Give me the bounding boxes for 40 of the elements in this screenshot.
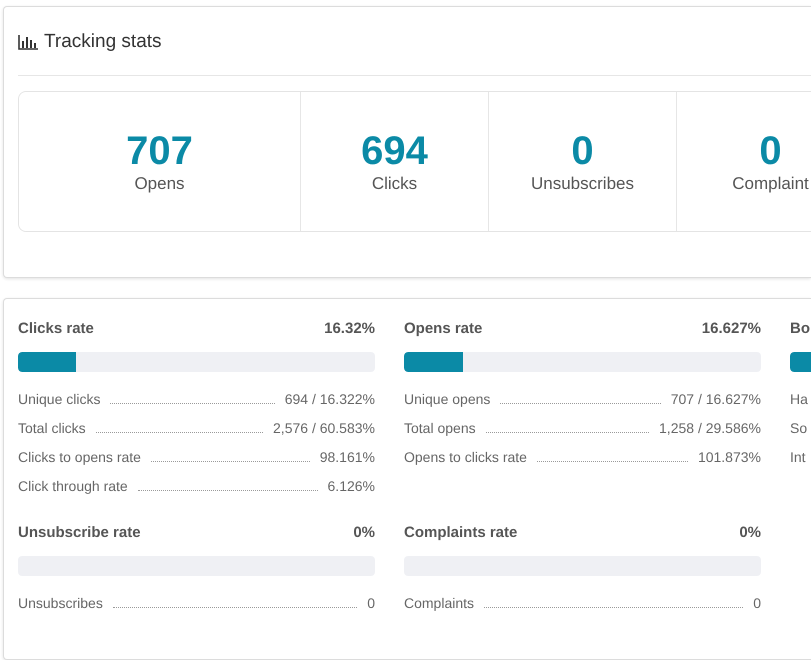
metric-value: 1,258 / 29.586%: [659, 419, 761, 438]
metric-value: 2,576 / 60.583%: [273, 419, 375, 438]
metric-value: 694 / 16.322%: [284, 390, 375, 409]
metric-label: Ha: [790, 390, 808, 409]
metric-label: Total clicks: [18, 419, 86, 438]
total-label: Opens: [134, 172, 185, 194]
total-label: Unsubscribes: [531, 172, 634, 194]
metric-value: 0: [753, 594, 761, 613]
rate-title: Complaints rate: [404, 523, 518, 543]
rate-value: 0%: [739, 523, 761, 543]
bar-chart-icon: [18, 34, 38, 50]
metric-value: 6.126%: [328, 477, 375, 496]
metric-label: So: [790, 419, 808, 438]
metric-value: 101.873%: [698, 448, 761, 467]
metric-label: Int: [790, 448, 806, 467]
total-count: 0: [759, 128, 782, 172]
rate-value: 16.627%: [702, 319, 761, 339]
metric-label: Opens to clicks rate: [404, 448, 527, 467]
total-label: Complaint: [732, 172, 809, 194]
rate-value: 0%: [353, 523, 375, 543]
rate-title: Unsubscribe rate: [18, 523, 141, 543]
rate-title: Clicks rate: [18, 319, 94, 339]
rate-title: Opens rate: [404, 319, 482, 339]
metric-label: Unsubscribes: [18, 594, 103, 613]
card-title: Tracking stats: [44, 30, 162, 54]
total-count: 707: [126, 128, 193, 172]
metric-label: Click through rate: [18, 477, 128, 496]
total-count: 0: [571, 128, 594, 172]
metric-label: Clicks to opens rate: [18, 448, 141, 467]
total-count: 694: [361, 128, 428, 172]
metric-value: 0: [367, 594, 375, 613]
metric-label: Unique clicks: [18, 390, 100, 409]
metric-value: 98.161%: [320, 448, 375, 467]
metric-value: 707 / 16.627%: [670, 390, 761, 409]
metric-label: Total opens: [404, 419, 476, 438]
metric-label: Unique opens: [404, 390, 490, 409]
rate-value: 16.32%: [324, 319, 375, 339]
total-label: Clicks: [372, 172, 418, 194]
metric-label: Complaints: [404, 594, 474, 613]
rate-title: Bo: [790, 319, 810, 339]
